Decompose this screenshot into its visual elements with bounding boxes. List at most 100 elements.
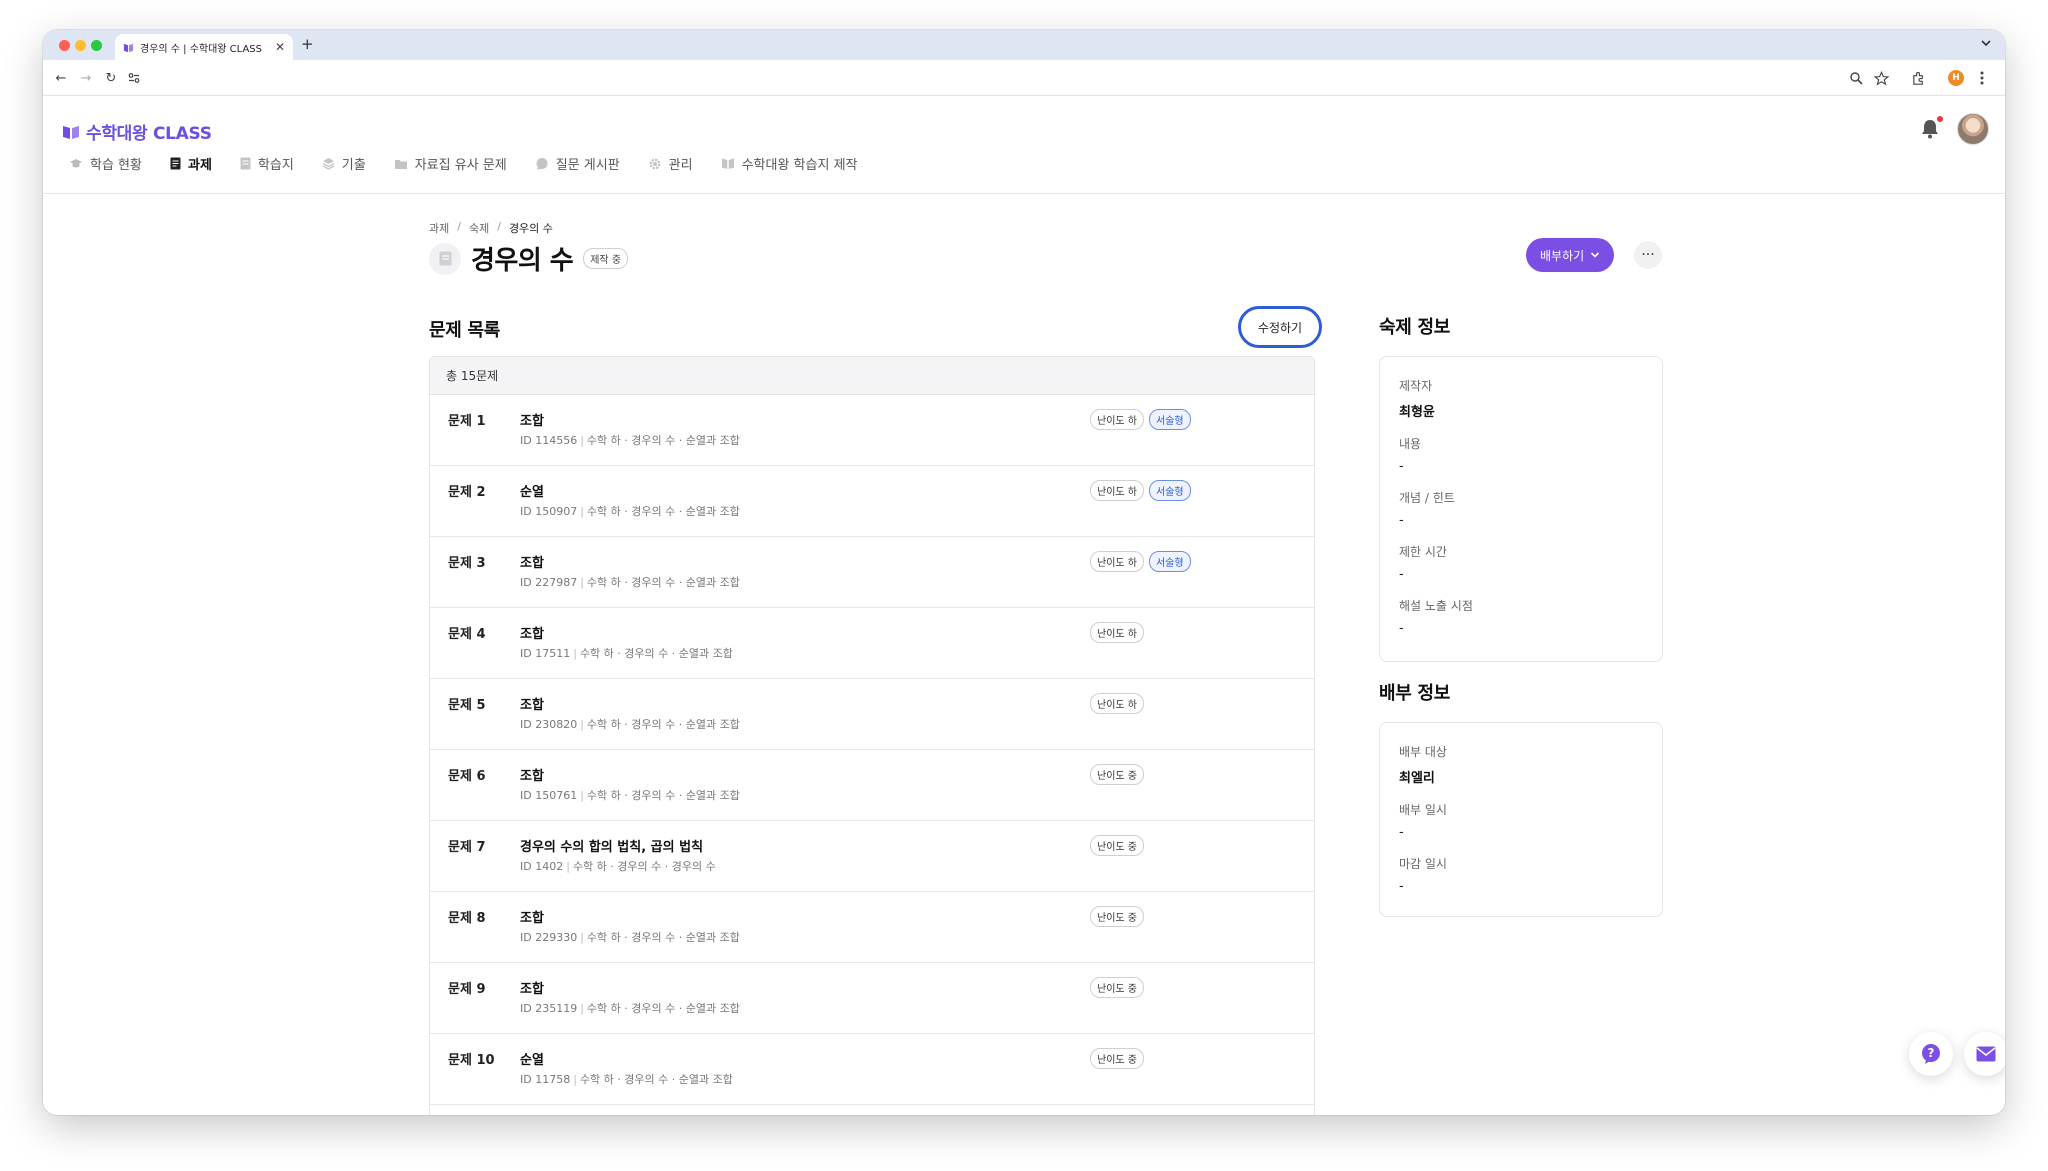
problem-number: 문제 7 <box>448 840 486 855</box>
user-avatar[interactable] <box>1957 113 1989 145</box>
info-item: 배부 대상 최엘리 <box>1399 743 1643 786</box>
bookmark-star-icon[interactable] <box>1872 69 1890 87</box>
problem-row[interactable]: 문제 4 조합 ID 17511 | 수학 하 · 경우의 수 · 순열과 조합 난… <box>430 608 1314 679</box>
homework-info-title: 숙제 정보 <box>1379 317 1451 338</box>
problem-meta: ID 229330 | 수학 하 · 경우의 수 · 순열과 조합 <box>520 929 740 945</box>
distribution-info-panel: 배부 대상 최엘리 배부 일시 - 마감 일시 - <box>1379 722 1663 917</box>
nav-item-worksheets[interactable]: 학습지 <box>240 154 294 173</box>
problem-tags: 난이도 하 <box>1090 693 1144 714</box>
close-tab-icon[interactable]: ✕ <box>275 40 285 54</box>
problem-row[interactable]: 문제 6 조합 ID 150761 | 수학 하 · 경우의 수 · 순열과 조합 … <box>430 750 1314 821</box>
graduation-cap-icon <box>70 158 82 167</box>
nav-item-past-exams[interactable]: 기출 <box>322 154 366 173</box>
profile-button[interactable]: H <box>1947 69 1965 87</box>
status-badge: 제작 중 <box>583 248 629 269</box>
nav-item-management[interactable]: 관리 <box>648 154 693 173</box>
problem-id: ID 1402 <box>520 860 564 873</box>
problem-id: ID 230820 <box>520 718 578 731</box>
tab-title: 경우의 수 | 수학대왕 CLASS <box>140 43 263 55</box>
problem-number: 문제 5 <box>448 698 486 713</box>
page-title: 경우의 수 <box>471 246 574 276</box>
info-item: 제한 시간 - <box>1399 543 1643 582</box>
meta-separator: | <box>580 718 584 731</box>
back-icon[interactable]: ← <box>53 70 69 86</box>
nav-label: 질문 게시판 <box>555 158 620 173</box>
problem-name: 경우의 수의 합의 법칙, 곱의 법칙 <box>520 840 704 855</box>
nav-item-assignments[interactable]: 과제 <box>170 154 212 173</box>
problem-row[interactable]: 문제 2 순열 ID 150907 | 수학 하 · 경우의 수 · 순열과 조합 … <box>430 466 1314 537</box>
problem-row[interactable]: 문제 7 경우의 수의 합의 법칙, 곱의 법칙 ID 1402 | 수학 하 · … <box>430 821 1314 892</box>
problem-id: ID 227987 <box>520 576 578 589</box>
browser-menu-icon[interactable] <box>1973 69 1991 87</box>
nav-item-question-board[interactable]: 질문 게시판 <box>535 154 620 173</box>
nav-label: 수학대왕 학습지 제작 <box>741 158 858 173</box>
breadcrumb-item[interactable]: 과제 <box>429 220 449 236</box>
address-bar[interactable] <box>128 65 1953 91</box>
logo[interactable]: 수학대왕 CLASS <box>62 119 212 144</box>
nav-item-learning-status[interactable]: 학습 현황 <box>69 154 142 173</box>
layers-icon <box>322 158 335 170</box>
maximize-window-button[interactable] <box>91 40 102 51</box>
problem-meta: ID 150907 | 수학 하 · 경우의 수 · 순열과 조합 <box>520 503 740 519</box>
problem-name: 조합 <box>520 556 544 571</box>
info-item: 내용 - <box>1399 435 1643 474</box>
problem-meta: ID 114556 | 수학 하 · 경우의 수 · 순열과 조합 <box>520 432 740 448</box>
browser-toolbar: ← → ↻ H <box>43 60 2005 96</box>
nav-label: 과제 <box>187 158 212 173</box>
help-button[interactable]: ? <box>1909 1032 1953 1076</box>
info-value: 최형윤 <box>1399 405 1435 420</box>
info-item: 해설 노출 시점 - <box>1399 597 1643 636</box>
info-value: - <box>1399 825 1404 840</box>
info-label: 제작자 <box>1399 379 1433 393</box>
minimize-window-button[interactable] <box>75 40 86 51</box>
chat-icon <box>536 157 548 170</box>
book-icon <box>123 43 134 52</box>
extensions-icon[interactable] <box>1909 69 1927 87</box>
meta-separator: | <box>580 931 584 944</box>
difficulty-tag: 난이도 중 <box>1090 1048 1144 1069</box>
nav-item-worksheet-maker[interactable]: 수학대왕 학습지 제작 <box>721 154 858 173</box>
zoom-icon[interactable] <box>1847 69 1865 87</box>
close-window-button[interactable] <box>59 40 70 51</box>
difficulty-tag: 난이도 하 <box>1090 480 1144 501</box>
problem-id: ID 114556 <box>520 434 578 447</box>
info-value: 최엘리 <box>1399 771 1435 786</box>
problem-id: ID 150761 <box>520 789 578 802</box>
difficulty-tag: 난이도 하 <box>1090 551 1144 572</box>
problem-meta: ID 11758 | 수학 하 · 경우의 수 · 순열과 조합 <box>520 1071 733 1087</box>
problem-row[interactable]: 문제 1 조합 ID 114556 | 수학 하 · 경우의 수 · 순열과 조합 … <box>430 395 1314 466</box>
nav-label: 학습 현황 <box>90 158 142 173</box>
site-settings-icon[interactable] <box>127 71 141 85</box>
meta-separator: | <box>580 505 584 518</box>
new-tab-button[interactable]: + <box>301 35 314 53</box>
problem-name: 조합 <box>520 911 544 926</box>
homework-info-panel: 제작자 최형윤 내용 - 개념 / 힌트 - 제한 시간 - 해설 노출 시점 - <box>1379 356 1663 662</box>
breadcrumb-item[interactable]: 숙제 <box>469 220 489 236</box>
problem-row[interactable]: 문제 3 조합 ID 227987 | 수학 하 · 경우의 수 · 순열과 조합 … <box>430 537 1314 608</box>
problem-tags: 난이도 하 서술형 <box>1090 551 1191 572</box>
problem-row[interactable]: 문제 10 순열 ID 11758 | 수학 하 · 경우의 수 · 순열과 조합 … <box>430 1034 1314 1105</box>
nav-item-similar-problems[interactable]: 자료집 유사 문제 <box>394 154 507 173</box>
problem-row[interactable]: 문제 9 조합 ID 235119 | 수학 하 · 경우의 수 · 순열과 조합 … <box>430 963 1314 1034</box>
edit-button[interactable]: 수정하기 <box>1238 306 1322 348</box>
chevron-down-icon[interactable] <box>1979 36 1993 50</box>
nav-label: 관리 <box>668 158 693 173</box>
problem-row[interactable]: 문제 5 조합 ID 230820 | 수학 하 · 경우의 수 · 순열과 조합 … <box>430 679 1314 750</box>
browser-tab[interactable]: 경우의 수 | 수학대왕 CLASS ✕ <box>115 34 293 60</box>
reload-icon[interactable]: ↻ <box>103 70 119 86</box>
problem-path: 수학 하 · 경우의 수 · 순열과 조합 <box>586 1002 740 1015</box>
logo-book-icon <box>63 125 79 139</box>
breadcrumb-separator: / <box>497 220 501 233</box>
message-button[interactable] <box>1964 1032 2005 1076</box>
problem-row[interactable]: 문제 8 조합 ID 229330 | 수학 하 · 경우의 수 · 순열과 조합 … <box>430 892 1314 963</box>
title-row: 경우의 수 제작 중 <box>429 240 629 277</box>
forward-icon[interactable]: → <box>78 70 94 86</box>
worksheet-icon <box>240 157 251 170</box>
profile-initial: H <box>1948 70 1964 86</box>
distribute-button[interactable]: 배부하기 <box>1526 238 1615 272</box>
edit-label: 수정하기 <box>1257 320 1303 335</box>
problem-meta: ID 230820 | 수학 하 · 경우의 수 · 순열과 조합 <box>520 716 740 732</box>
more-options-button[interactable]: ··· <box>1634 241 1662 269</box>
problem-list: 총 15문제 문제 1 조합 ID 114556 | 수학 하 · 경우의 수 · … <box>429 356 1315 1115</box>
difficulty-tag: 난이도 하 <box>1090 409 1144 430</box>
